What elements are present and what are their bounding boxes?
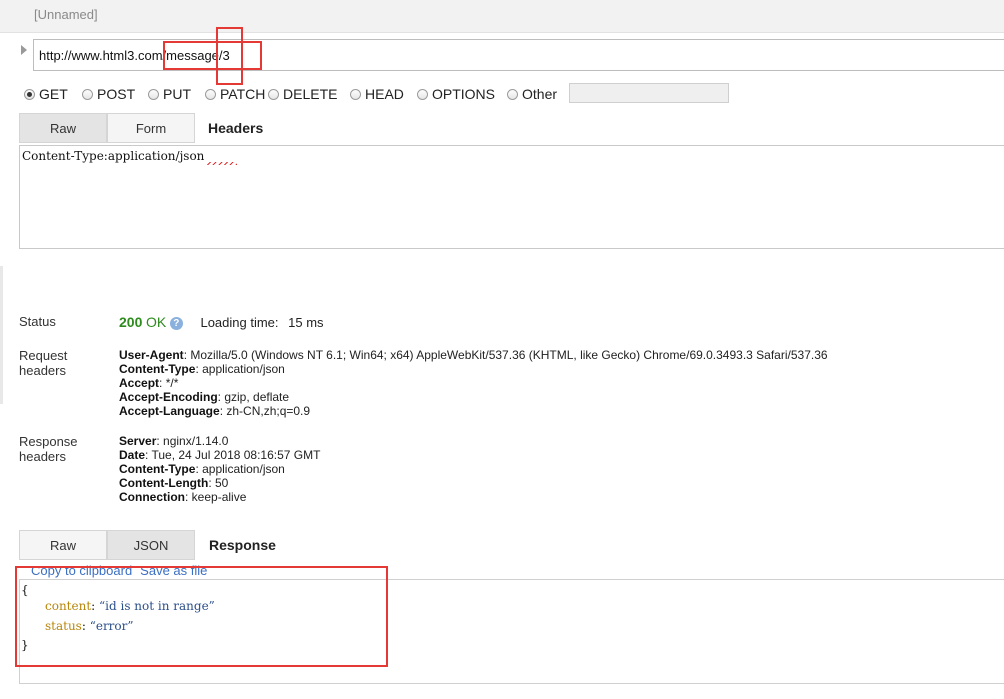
status-label: Status — [19, 314, 56, 329]
header-value: nginx/1.14.0 — [163, 434, 229, 448]
radio-icon[interactable] — [82, 88, 93, 100]
radio-icon[interactable] — [507, 88, 518, 100]
method-head[interactable]: HEAD — [350, 85, 404, 103]
header-name: Content-Length — [119, 476, 209, 490]
header-row: Accept-Encoding: gzip, deflate — [119, 390, 290, 404]
header-row: Content-Length: 50 — [119, 476, 229, 490]
spellcheck-underline — [207, 162, 237, 165]
loading-time-label: Loading time: — [200, 315, 279, 330]
method-label: POST — [97, 86, 136, 102]
radio-icon[interactable] — [148, 88, 159, 100]
header-value: application/json — [202, 362, 285, 376]
header-value: gzip, deflate — [224, 390, 290, 404]
response-headers-list: Server: nginx/1.14.0 Date: Tue, 24 Jul 2… — [119, 434, 320, 504]
method-label: GET — [39, 86, 68, 102]
headers-section-label: Headers — [208, 120, 264, 136]
response-headers-label: Response headers — [19, 434, 78, 464]
header-row: Content-Type: application/json — [119, 362, 285, 376]
radio-icon[interactable] — [417, 88, 428, 100]
method-label: DELETE — [283, 86, 338, 102]
tab-response-raw[interactable]: Raw — [19, 530, 107, 560]
other-method-input[interactable] — [569, 83, 729, 103]
header-value: 50 — [214, 476, 229, 490]
method-label: HEAD — [365, 86, 404, 102]
method-get[interactable]: GET — [24, 85, 68, 103]
radio-icon[interactable] — [205, 88, 216, 100]
method-label: PUT — [163, 86, 191, 102]
header-name: Connection — [119, 490, 185, 504]
header-name: Content-Type — [119, 462, 196, 476]
request-name-bar[interactable]: [Unnamed] — [0, 0, 1004, 33]
header-row: Connection: keep-alive — [119, 490, 247, 504]
label-line: headers — [19, 363, 66, 378]
method-post[interactable]: POST — [82, 85, 135, 103]
method-put[interactable]: PUT — [148, 85, 191, 103]
header-name: Accept-Language — [119, 404, 220, 418]
headers-textarea[interactable]: Content-Type:application/json — [19, 145, 1004, 249]
help-icon[interactable]: ? — [169, 317, 183, 330]
tab-raw[interactable]: Raw — [19, 113, 107, 143]
radio-icon[interactable] — [350, 88, 361, 100]
header-value: application/json — [202, 462, 285, 476]
tab-form[interactable]: Form — [107, 113, 195, 143]
header-name: Accept-Encoding — [119, 390, 218, 404]
method-other[interactable]: Other — [507, 85, 557, 103]
header-name: Server — [119, 434, 157, 448]
header-value: */* — [165, 376, 179, 390]
method-label: Other — [522, 86, 558, 102]
header-name: Date — [119, 448, 146, 462]
annotation-box-url-path — [163, 41, 262, 70]
header-row: Content-Type: application/json — [119, 462, 285, 476]
status-text: OK — [145, 314, 167, 330]
method-patch[interactable]: PATCH — [205, 85, 265, 103]
header-value: zh-CN,zh;q=0.9 — [226, 404, 311, 418]
annotation-box-response — [15, 566, 388, 667]
header-row: Server: nginx/1.14.0 — [119, 434, 229, 448]
status-code: 200 — [119, 314, 143, 330]
method-delete[interactable]: DELETE — [268, 85, 337, 103]
label-line: headers — [19, 449, 66, 464]
header-value: keep-alive — [191, 490, 247, 504]
header-value: Mozilla/5.0 (Windows NT 6.1; Win64; x64)… — [190, 348, 828, 362]
header-name: Content-Type — [119, 362, 196, 376]
radio-icon[interactable] — [268, 88, 279, 100]
method-options[interactable]: OPTIONS — [417, 85, 495, 103]
radio-icon[interactable] — [24, 88, 35, 100]
method-label: PATCH — [220, 86, 266, 102]
request-name[interactable]: [Unnamed] — [34, 7, 98, 22]
tab-response-json[interactable]: JSON — [107, 530, 195, 560]
loading-time-value: 15 ms — [288, 315, 324, 330]
header-name: User-Agent — [119, 348, 184, 362]
headers-text: Content-Type:application/json — [22, 149, 205, 163]
method-label: OPTIONS — [432, 86, 496, 102]
header-row: Accept-Language: zh-CN,zh;q=0.9 — [119, 404, 311, 418]
header-row: Accept: */* — [119, 376, 179, 390]
header-name: Accept — [119, 376, 160, 390]
label-line: Response — [19, 434, 78, 449]
request-headers-list: User-Agent: Mozilla/5.0 (Windows NT 6.1;… — [119, 348, 828, 418]
expand-triangle-icon[interactable] — [21, 45, 27, 55]
request-headers-label: Request headers — [19, 348, 67, 378]
header-row: Date: Tue, 24 Jul 2018 08:16:57 GMT — [119, 448, 321, 462]
label-line: Request — [19, 348, 68, 363]
annotation-box-url-id — [216, 27, 243, 85]
header-value: Tue, 24 Jul 2018 08:16:57 GMT — [151, 448, 321, 462]
status-line: 200 OK ? Loading time: 15 ms — [119, 314, 324, 330]
side-edge — [0, 266, 3, 404]
response-section-label: Response — [209, 537, 276, 553]
header-row: User-Agent: Mozilla/5.0 (Windows NT 6.1;… — [119, 348, 828, 362]
